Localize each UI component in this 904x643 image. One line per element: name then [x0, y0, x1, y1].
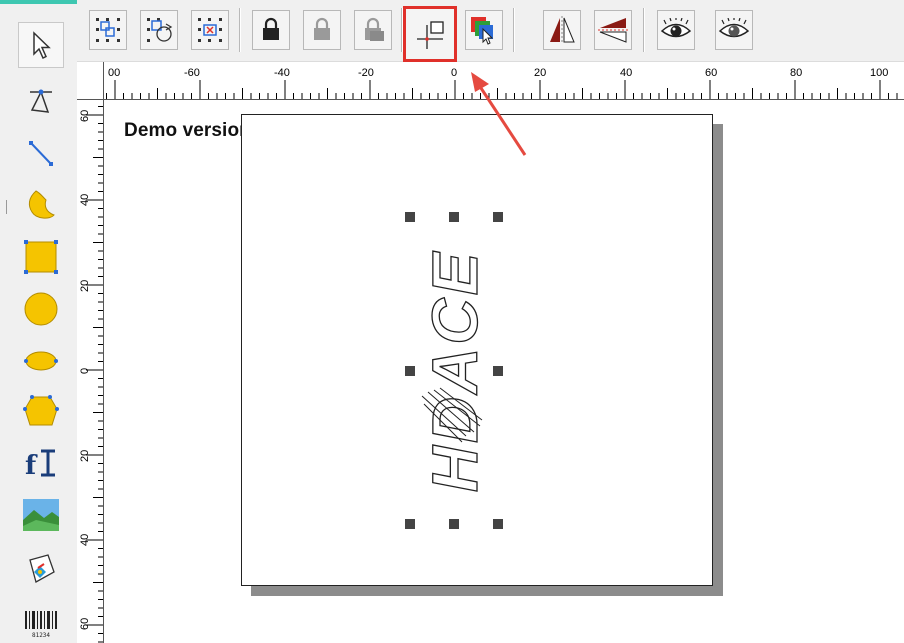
show-all-button[interactable] [715, 10, 753, 50]
hruler-label: -60 [184, 67, 200, 79]
selection-handle[interactable] [449, 212, 459, 222]
hruler-label: 80 [790, 67, 803, 79]
annotation-arrow [471, 72, 527, 156]
selection-handle[interactable] [405, 366, 415, 376]
selection-handle[interactable] [449, 519, 459, 529]
lock-icon [263, 17, 279, 40]
hruler-label: 100 [870, 67, 889, 79]
vruler-label: 0 [79, 367, 91, 374]
unlock-button[interactable] [303, 10, 341, 50]
hruler-label: 0 [451, 67, 458, 79]
circle-icon [24, 292, 58, 326]
lock-button[interactable] [252, 10, 290, 50]
toolbar-separator [401, 8, 402, 52]
toolbox: f 81234 [0, 0, 130, 643]
layer-order-button[interactable] [465, 10, 503, 50]
mirror-vertical-icon [598, 18, 628, 43]
vruler-label: 20 [79, 449, 91, 462]
arrow-pointer-icon [33, 31, 51, 60]
text-tool[interactable]: f [18, 440, 64, 486]
set-origin-button[interactable] [403, 6, 457, 62]
rotate-group-icon [147, 18, 173, 42]
polygon-icon [23, 395, 59, 426]
node-edit-icon [30, 89, 52, 113]
text-icon: f [25, 449, 55, 480]
toolbar-separator [513, 8, 514, 52]
selection-handle[interactable] [493, 366, 503, 376]
selection-handle[interactable] [493, 212, 503, 222]
rectangle-tool[interactable] [18, 234, 64, 280]
toolbar-separator [643, 8, 644, 52]
vruler-label: 60 [79, 617, 91, 630]
hruler-label: 60 [705, 67, 718, 79]
unlock-icon [314, 17, 330, 40]
show-hide-button[interactable] [657, 10, 695, 50]
selection-handle[interactable] [405, 519, 415, 529]
toolbox-grip[interactable] [6, 200, 14, 214]
mirror-horizontal-icon [550, 16, 575, 44]
node-edit-tool[interactable] [18, 78, 64, 124]
hruler-label: -20 [358, 67, 374, 79]
group-icon [96, 18, 120, 42]
svg-text:f: f [25, 451, 38, 480]
scribble-mark [421, 387, 483, 443]
ellipse-icon [24, 351, 58, 371]
vector-file-icon [29, 554, 55, 583]
rectangle-icon [24, 240, 58, 274]
logo-text: HDACE [418, 249, 491, 493]
line-tool[interactable] [18, 130, 64, 176]
select-tool[interactable] [18, 22, 64, 68]
image-icon [23, 499, 59, 531]
barcode-icon: 81234 [25, 611, 57, 639]
delete-group-icon [198, 18, 222, 42]
polygon-tool[interactable] [18, 388, 64, 434]
barcode-tool[interactable]: 81234 [18, 600, 64, 643]
vruler-label: 20 [79, 279, 91, 292]
eye-all-icon [718, 18, 750, 38]
unlock-all-icon [365, 17, 384, 41]
hruler-label: -40 [274, 67, 290, 79]
toolbar-separator [239, 8, 240, 52]
vertical-ruler: 60 40 20 0 20 40 60 [77, 100, 104, 643]
image-tool[interactable] [18, 492, 64, 538]
barcode-caption: 81234 [32, 632, 50, 639]
line-icon [29, 141, 53, 166]
ruler-corner [77, 62, 104, 100]
eye-icon [660, 18, 692, 38]
curve-icon [28, 190, 55, 219]
vruler-label: 40 [79, 533, 91, 546]
hruler-label: 20 [534, 67, 547, 79]
hruler-label: 40 [620, 67, 633, 79]
vruler-label: 60 [79, 109, 91, 122]
unlock-all-button[interactable] [354, 10, 392, 50]
toolbar [77, 0, 904, 62]
drawing-canvas[interactable]: Demo version-only for evaluation HDACE [104, 100, 904, 643]
mirror-horizontal-button[interactable] [543, 10, 581, 50]
ungroup-rotate-button[interactable] [140, 10, 178, 50]
circle-tool[interactable] [18, 286, 64, 332]
origin-icon [417, 21, 444, 49]
selection-handle[interactable] [493, 519, 503, 529]
curve-tool[interactable] [18, 182, 64, 228]
mirror-vertical-button[interactable] [594, 10, 632, 50]
delete-group-button[interactable] [191, 10, 229, 50]
selection-handle[interactable] [405, 212, 415, 222]
layers-icon [471, 17, 494, 45]
group-button[interactable] [89, 10, 127, 50]
hruler-label: 00 [108, 67, 121, 79]
ellipse-tool[interactable] [18, 338, 64, 384]
vector-file-tool[interactable] [18, 546, 64, 592]
vruler-label: 40 [79, 193, 91, 206]
